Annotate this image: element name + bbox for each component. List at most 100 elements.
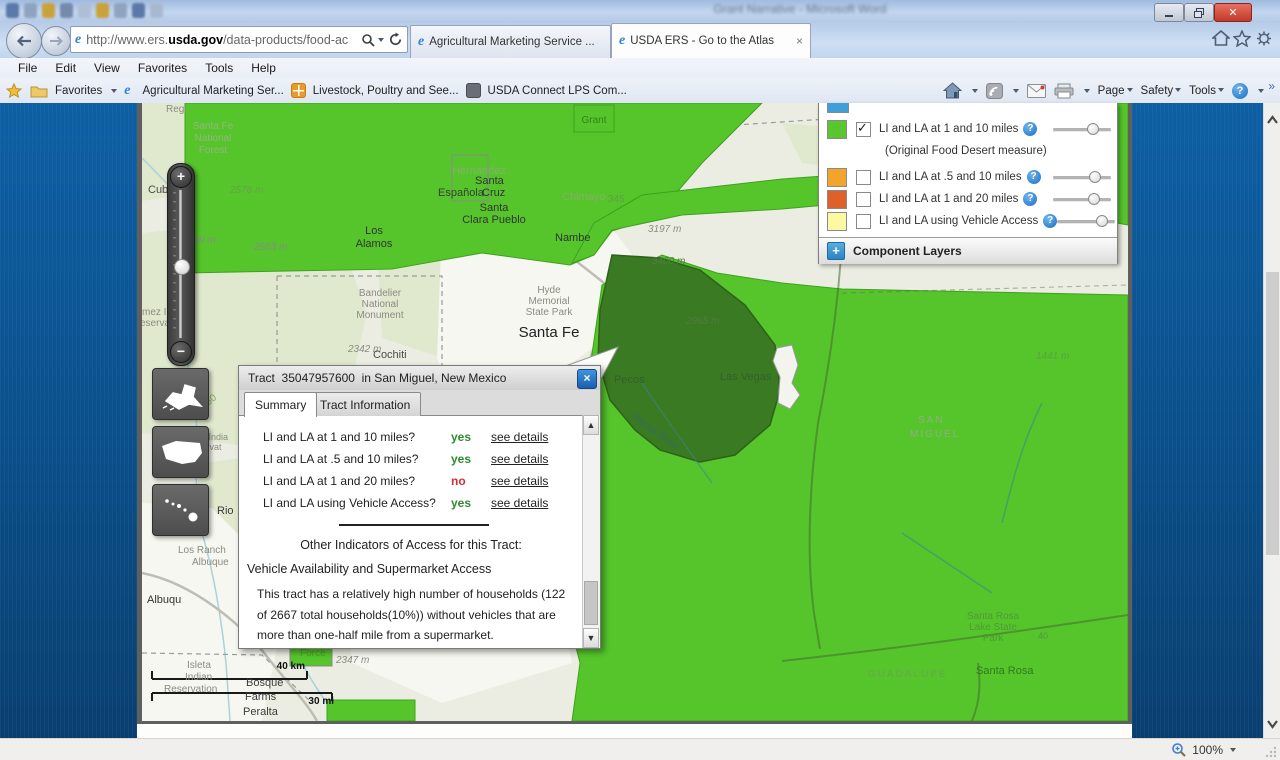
qa-answer: yes <box>451 430 471 444</box>
restore-button[interactable] <box>1184 3 1214 22</box>
transparency-slider[interactable] <box>1053 122 1111 136</box>
map-zoom-slider[interactable]: + − <box>167 163 195 366</box>
refresh-icon[interactable] <box>388 32 403 47</box>
settings-gear-icon[interactable] <box>1255 30 1273 52</box>
menu-edit[interactable]: Edit <box>55 61 76 75</box>
transparency-slider[interactable] <box>1053 170 1111 184</box>
safety-menu[interactable]: Safety <box>1141 85 1182 97</box>
hawaii-icon <box>159 493 203 527</box>
print-icon[interactable] <box>1054 83 1074 99</box>
mail-icon[interactable] <box>1027 84 1046 98</box>
map-label: Albuque <box>192 557 229 568</box>
tools-caret <box>1218 88 1224 92</box>
overflow-chevron[interactable]: » <box>1268 79 1275 93</box>
zoom-thumb[interactable] <box>174 259 190 275</box>
scroll-thumb[interactable] <box>584 581 598 625</box>
help-icon[interactable]: ? <box>1023 192 1037 206</box>
tab-agricultural-marketing-service[interactable]: e Agricultural Marketing Service ... <box>410 25 611 58</box>
map-label: 2965 m <box>685 316 719 327</box>
continental-us-icon <box>158 434 204 470</box>
page-scroll-thumb[interactable] <box>1266 272 1279 555</box>
zoom-caret[interactable] <box>1230 748 1236 752</box>
popup-title-bar[interactable]: Tract 35047957600 in San Miguel, New Mex… <box>239 366 600 391</box>
menu-help[interactable]: Help <box>251 61 276 75</box>
favorites-caret[interactable] <box>111 89 117 93</box>
transparency-slider[interactable] <box>1053 192 1111 206</box>
map-label: National <box>362 299 399 310</box>
help-caret[interactable] <box>1258 89 1264 93</box>
popup-close-button[interactable]: × <box>577 369 597 389</box>
livestock-site-icon <box>291 83 306 98</box>
background-app-icon <box>42 3 55 18</box>
see-details-link[interactable]: see details <box>491 496 548 510</box>
scroll-down-button[interactable]: ▼ <box>583 628 599 648</box>
page-scrollbar[interactable] <box>1263 103 1280 738</box>
continental-us-view-button[interactable] <box>152 426 209 478</box>
minimize-button[interactable] <box>1154 3 1184 22</box>
help-icon[interactable]: ? <box>1023 122 1037 136</box>
tools-menu[interactable]: Tools <box>1189 85 1224 97</box>
tab-tract-information[interactable]: Tract Information <box>309 392 421 416</box>
expand-plus-icon[interactable]: + <box>827 242 845 260</box>
page-caret <box>1127 88 1133 92</box>
address-bar[interactable]: e http://www.ers.usda.gov/data-products/… <box>70 26 408 53</box>
see-details-link[interactable]: see details <box>491 474 548 488</box>
alaska-view-button[interactable] <box>152 368 209 420</box>
popup-scrollbar[interactable]: ▲ ▼ <box>582 415 600 648</box>
help-icon[interactable]: ? <box>1232 83 1248 99</box>
menu-tools[interactable]: Tools <box>205 61 233 75</box>
see-details-link[interactable]: see details <box>491 452 548 466</box>
component-layers-label: Component Layers <box>853 244 962 258</box>
back-button[interactable] <box>6 23 42 59</box>
resize-grip[interactable] <box>1265 746 1277 758</box>
tract-info-popup: Tract 35047957600 in San Miguel, New Mex… <box>238 365 601 649</box>
search-dropdown-caret[interactable] <box>378 38 384 42</box>
browser-zoom-control[interactable]: 100% <box>1171 739 1236 760</box>
favlink-livestock-poultry[interactable]: Livestock, Poultry and See... <box>313 85 459 97</box>
map-label: Santa <box>475 175 505 187</box>
menu-favorites[interactable]: Favorites <box>138 61 187 75</box>
tab-close-icon[interactable]: × <box>796 34 803 48</box>
map-label: Santa Fe <box>519 324 580 341</box>
scroll-down-chevron[interactable] <box>1264 717 1280 731</box>
close-button[interactable]: ✕ <box>1214 3 1252 22</box>
print-caret[interactable] <box>1084 89 1090 93</box>
menu-view[interactable]: View <box>94 61 120 75</box>
hawaii-view-button[interactable] <box>152 484 209 536</box>
search-icon[interactable] <box>361 33 375 47</box>
qa-question: LI and LA at 1 and 20 miles? <box>263 474 415 488</box>
see-details-link[interactable]: see details <box>491 430 548 444</box>
favlink-usda-connect[interactable]: USDA Connect LPS Com... <box>488 85 627 97</box>
scroll-up-button[interactable]: ▲ <box>583 415 599 435</box>
favorites-folder-icon[interactable] <box>30 84 48 98</box>
home-button-icon[interactable] <box>943 82 962 99</box>
legend-checkbox[interactable] <box>856 170 871 185</box>
help-icon[interactable]: ? <box>1043 214 1057 228</box>
tab-usda-ers-atlas[interactable]: e USDA ERS - Go to the Atlas × <box>611 23 811 58</box>
forward-button[interactable] <box>41 26 71 56</box>
transparency-slider[interactable] <box>1057 214 1115 228</box>
scroll-up-chevron[interactable] <box>1264 113 1280 127</box>
home-caret[interactable] <box>972 89 978 93</box>
tab-summary[interactable]: Summary <box>244 392 317 417</box>
legend-checkbox[interactable] <box>856 214 871 229</box>
help-icon[interactable]: ? <box>1027 170 1041 184</box>
legend-checkbox[interactable] <box>856 122 871 137</box>
legend-checkbox[interactable] <box>856 192 871 207</box>
favlink-agricultural-marketing[interactable]: Agricultural Marketing Ser... <box>143 85 284 97</box>
rss-caret[interactable] <box>1013 89 1019 93</box>
map-label: Forest <box>199 145 228 156</box>
rss-feed-icon[interactable] <box>986 83 1003 99</box>
zoom-out-button[interactable]: − <box>170 341 192 363</box>
home-icon[interactable] <box>1212 30 1230 51</box>
favorites-label[interactable]: Favorites <box>55 85 102 97</box>
legend-swatch <box>827 120 847 139</box>
zoom-in-button[interactable]: + <box>170 166 192 188</box>
page-menu[interactable]: Page <box>1098 85 1133 97</box>
component-layers-bar[interactable]: + Component Layers <box>819 237 1117 264</box>
menu-file[interactable]: File <box>18 61 37 75</box>
add-favorite-star-icon[interactable] <box>6 83 23 99</box>
map-label: Santa Rosa <box>976 665 1034 677</box>
vehicle-availability-subheader: Vehicle Availability and Supermarket Acc… <box>247 562 491 576</box>
favorites-star-icon[interactable] <box>1233 30 1251 52</box>
